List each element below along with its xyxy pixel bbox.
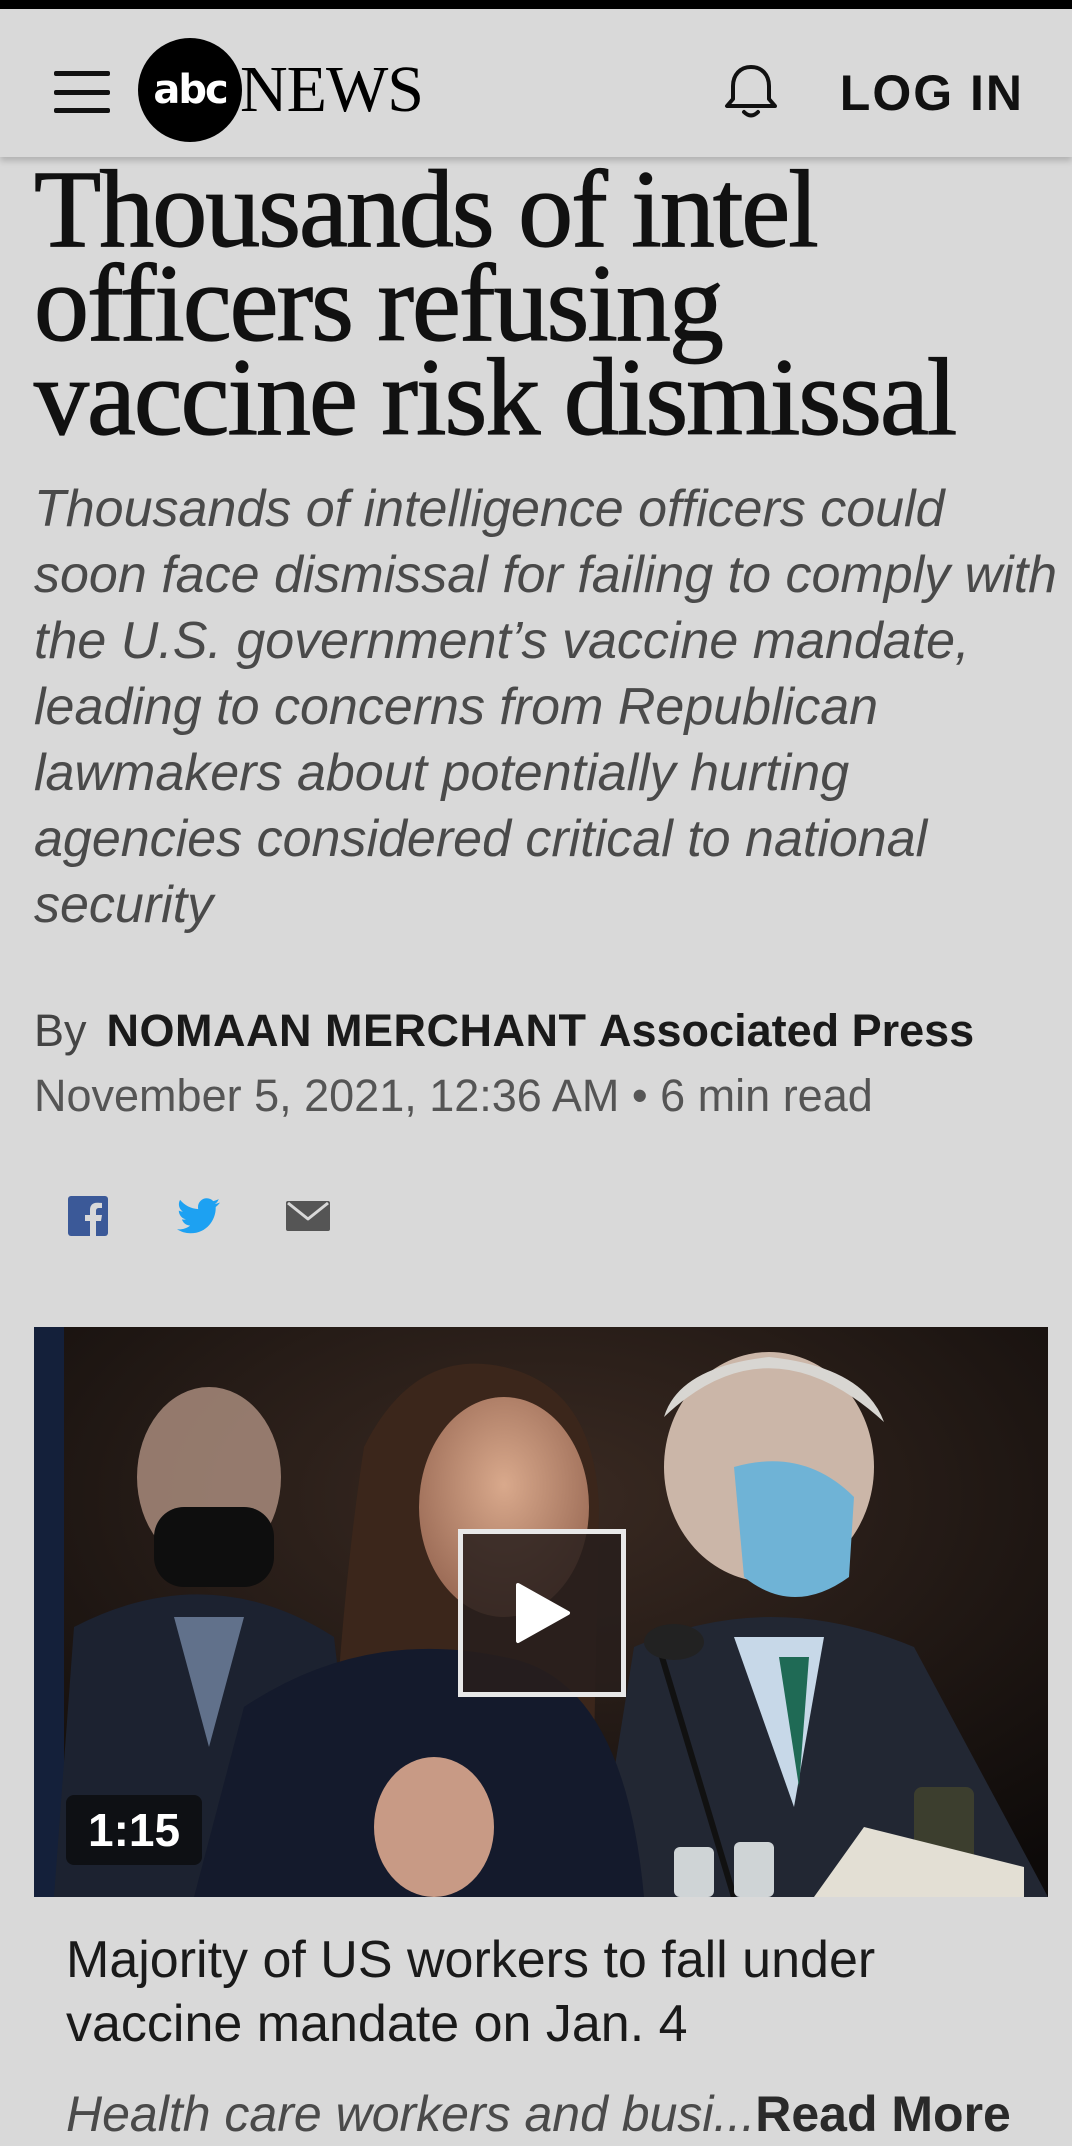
site-header: abc NEWS LOG IN: [0, 9, 1072, 157]
abc-logo-text: abc: [153, 67, 228, 113]
play-button[interactable]: [458, 1529, 626, 1697]
twitter-icon[interactable]: [174, 1192, 222, 1240]
video-description-text: Health care workers and busi...: [66, 2086, 756, 2142]
article-dek: Thousands of intelligence officers could…: [34, 480, 1058, 934]
article-headline: Thousands of intel officers refusing vac…: [33, 148, 958, 458]
dateline: November 5, 2021, 12:36 AM • 6 min read: [34, 1066, 873, 1126]
video-description: Health care workers and busi...Read More: [66, 2082, 1066, 2146]
read-time: 6 min read: [660, 1070, 873, 1121]
author-name[interactable]: NOMAAN MERCHANT: [107, 1005, 587, 1056]
status-bar: [0, 0, 1072, 9]
notification-bell-icon[interactable]: [718, 59, 784, 125]
login-button[interactable]: LOG IN: [840, 63, 1024, 123]
byline-prefix: By: [34, 1005, 87, 1056]
byline: By NOMAAN MERCHANT Associated Press: [34, 1001, 974, 1061]
news-logo-text: NEWS: [240, 53, 424, 126]
hamburger-menu-icon[interactable]: [54, 71, 110, 113]
video-duration-badge: 1:15: [66, 1795, 203, 1865]
author-organization: Associated Press: [599, 1005, 975, 1056]
publish-date: November 5, 2021, 12:36 AM: [34, 1070, 620, 1121]
video-title[interactable]: Majority of US workers to fall under vac…: [66, 1928, 1026, 2056]
dateline-separator: •: [631, 1070, 648, 1121]
read-more-link[interactable]: Read More: [755, 2086, 1011, 2142]
video-player[interactable]: 1:15: [34, 1327, 1048, 1897]
email-icon[interactable]: [284, 1192, 332, 1240]
abc-news-logo[interactable]: abc NEWS: [138, 38, 424, 142]
abc-logo-circle: abc: [138, 38, 242, 142]
facebook-icon[interactable]: [64, 1192, 112, 1240]
play-icon: [516, 1583, 570, 1643]
